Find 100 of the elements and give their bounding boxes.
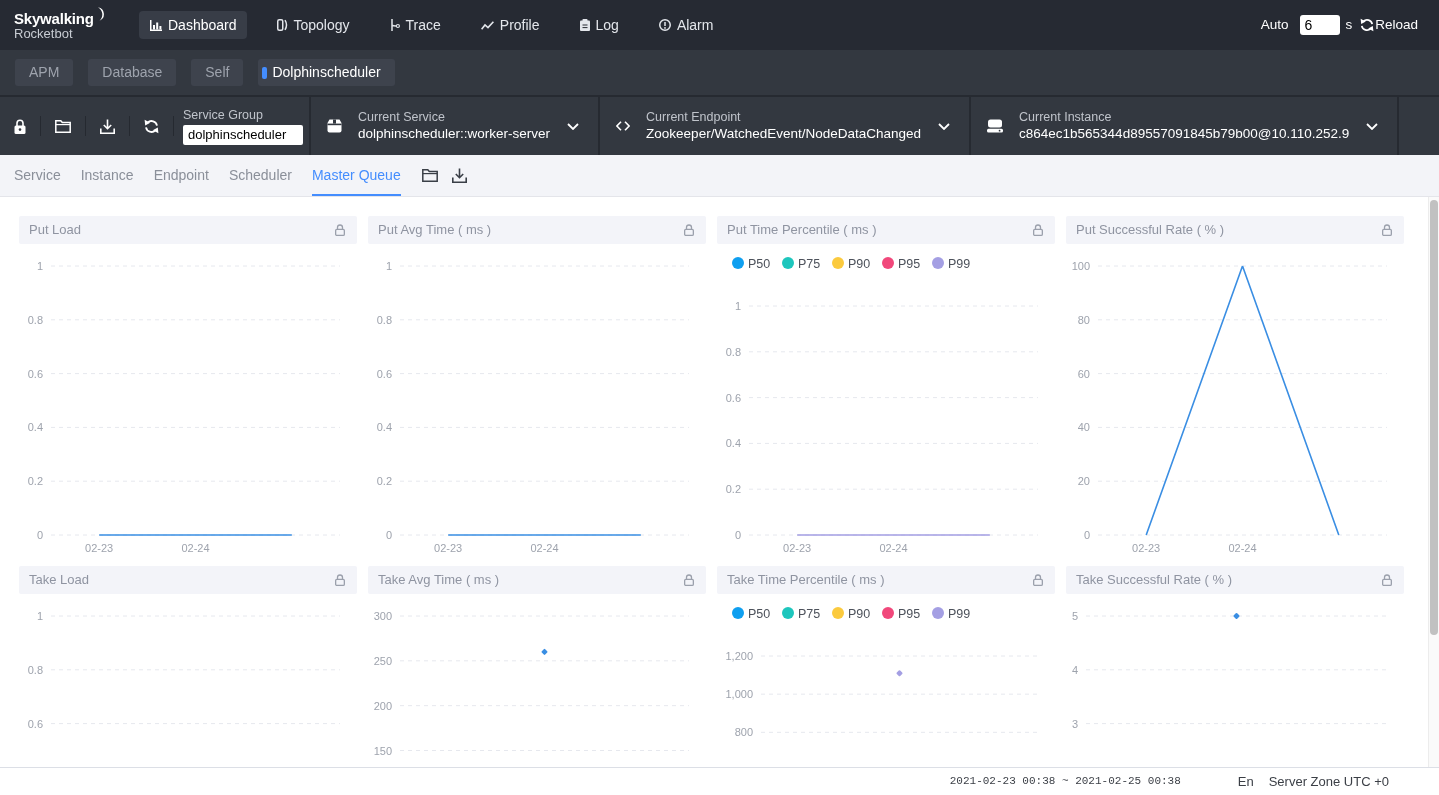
axis-label: 0.2 [27,475,43,488]
axis-label: 1 [734,300,741,312]
axis-label: 0.6 [376,367,392,380]
chevron-down-icon[interactable] [938,122,951,130]
axis-label: 250 [373,654,392,667]
dropdown-value[interactable]: Zookeeper/WatchedEvent/NodeDataChanged [646,125,922,142]
axis-label: 800 [734,726,753,739]
nav-item[interactable]: Dashboard [139,11,247,39]
device-icon [276,19,288,31]
axis-label: 1,000 [725,688,753,701]
legend-label[interactable]: P99 [948,606,971,621]
nav-item[interactable]: Topology [265,11,360,39]
axis-label: 0.6 [27,367,43,380]
chart-title: Take Successful Rate ( % ) [1076,571,1233,590]
unit-label: s [1345,15,1353,34]
logo-subtitle: Rocketbot [14,26,73,41]
axis-label: 0.2 [376,475,392,488]
axis-label: 0.2 [725,483,741,496]
legend-label[interactable]: P95 [898,256,921,271]
axis-label: 02-24 [181,542,210,554]
refresh-icon[interactable] [144,118,159,134]
legend-label[interactable]: P50 [748,606,771,621]
drive-icon [987,119,1004,133]
legend-dot-icon[interactable] [732,257,744,269]
axis-label: 0.4 [376,421,392,434]
language-toggle[interactable]: En [1237,771,1254,792]
axis-label: 150 [373,744,392,757]
chart-title: Put Avg Time ( ms ) [378,221,492,240]
active-indicator-icon [262,66,268,79]
nav-item[interactable]: Alarm [647,11,724,39]
axis-label: 0.6 [725,391,741,404]
nav-item[interactable]: Profile [469,11,550,39]
axis-label: 0.8 [376,313,392,326]
legend-label[interactable]: P95 [898,606,921,621]
legend-dot-icon[interactable] [732,607,744,619]
scrollbar-thumb[interactable] [1430,200,1438,635]
axis-label: 100 [1071,260,1090,272]
download-icon[interactable] [100,118,115,134]
axis-label: 0 [734,529,741,541]
legend-dot-icon[interactable] [932,607,944,619]
group-tab[interactable]: Dolphinscheduler [258,59,395,86]
folder-icon[interactable] [421,169,438,182]
legend-dot-icon[interactable] [832,257,844,269]
axis-label: 0 [1083,529,1090,541]
date-range[interactable]: 2021-02-23 00:38 ~ 2021-02-25 00:38 [949,773,1181,790]
server-zone[interactable]: Server Zone UTC +0 [1268,771,1389,792]
legend-dot-icon[interactable] [882,607,894,619]
chart-title: Take Load [29,571,89,590]
logo-text: Skywalking [14,9,94,27]
dropdown-value[interactable]: c864ec1b565344d89557091845b79b00@10.110.252.9 [1019,125,1350,142]
dropdown-value[interactable]: dolphinscheduler::worker-server [358,125,551,142]
field-label: Current Endpoint [646,110,742,125]
chart-title: Take Avg Time ( ms ) [378,571,500,590]
reload-button[interactable]: Reload [1360,14,1418,36]
axis-label: 3 [1071,717,1078,730]
legend-label[interactable]: P90 [848,256,871,271]
group-tab[interactable]: APM [15,59,74,86]
chart-title: Put Successful Rate ( % ) [1076,221,1225,240]
legend-label[interactable]: P90 [848,606,871,621]
legend-dot-icon[interactable] [882,257,894,269]
legend-dot-icon[interactable] [782,257,794,269]
legend-dot-icon[interactable] [782,607,794,619]
axis-label: 0.8 [27,313,43,326]
group-tab[interactable]: Database [88,59,177,86]
axis-label: 0 [385,529,392,541]
axis-label: 02-24 [1228,542,1257,554]
axis-label: 1,200 [725,650,753,662]
lock-icon[interactable] [14,118,26,134]
axis-label: 0.8 [27,663,43,676]
field-label: Current Service [358,110,446,125]
field-label: Service Group [183,107,264,123]
reload-icon [1360,18,1375,32]
field-label: Current Instance [1019,110,1113,125]
code-icon [616,121,631,131]
axis-label: 02-23 [783,542,812,554]
axis-label: 0.4 [27,421,43,434]
nav-item[interactable]: Log [568,11,629,39]
chevron-down-icon[interactable] [1366,122,1379,130]
group-tab[interactable]: Self [191,59,244,86]
data-point [896,670,903,677]
axis-label: 02-23 [1132,542,1161,554]
package-icon [327,119,342,133]
axis-label: 0.8 [725,345,741,358]
interval-input[interactable]: 6 [1300,15,1341,35]
axis-label: 4 [1071,663,1078,676]
axis-label: 60 [1077,367,1090,380]
legend-label[interactable]: P50 [748,256,771,271]
legend-label[interactable]: P99 [948,256,971,271]
legend-label[interactable]: P75 [798,606,821,621]
chevron-down-icon[interactable] [567,122,580,130]
service-group-input[interactable]: dolphinscheduler [183,124,303,145]
legend-dot-icon[interactable] [932,257,944,269]
chart-title: Take Time Percentile ( ms ) [727,571,885,590]
legend-label[interactable]: P75 [798,256,821,271]
alert-icon [658,19,671,31]
nav-item[interactable]: Trace [378,11,451,39]
legend-dot-icon[interactable] [832,607,844,619]
axis-label: 1 [385,260,392,272]
axis-label: 02-23 [434,542,463,554]
download-icon[interactable] [451,168,467,183]
